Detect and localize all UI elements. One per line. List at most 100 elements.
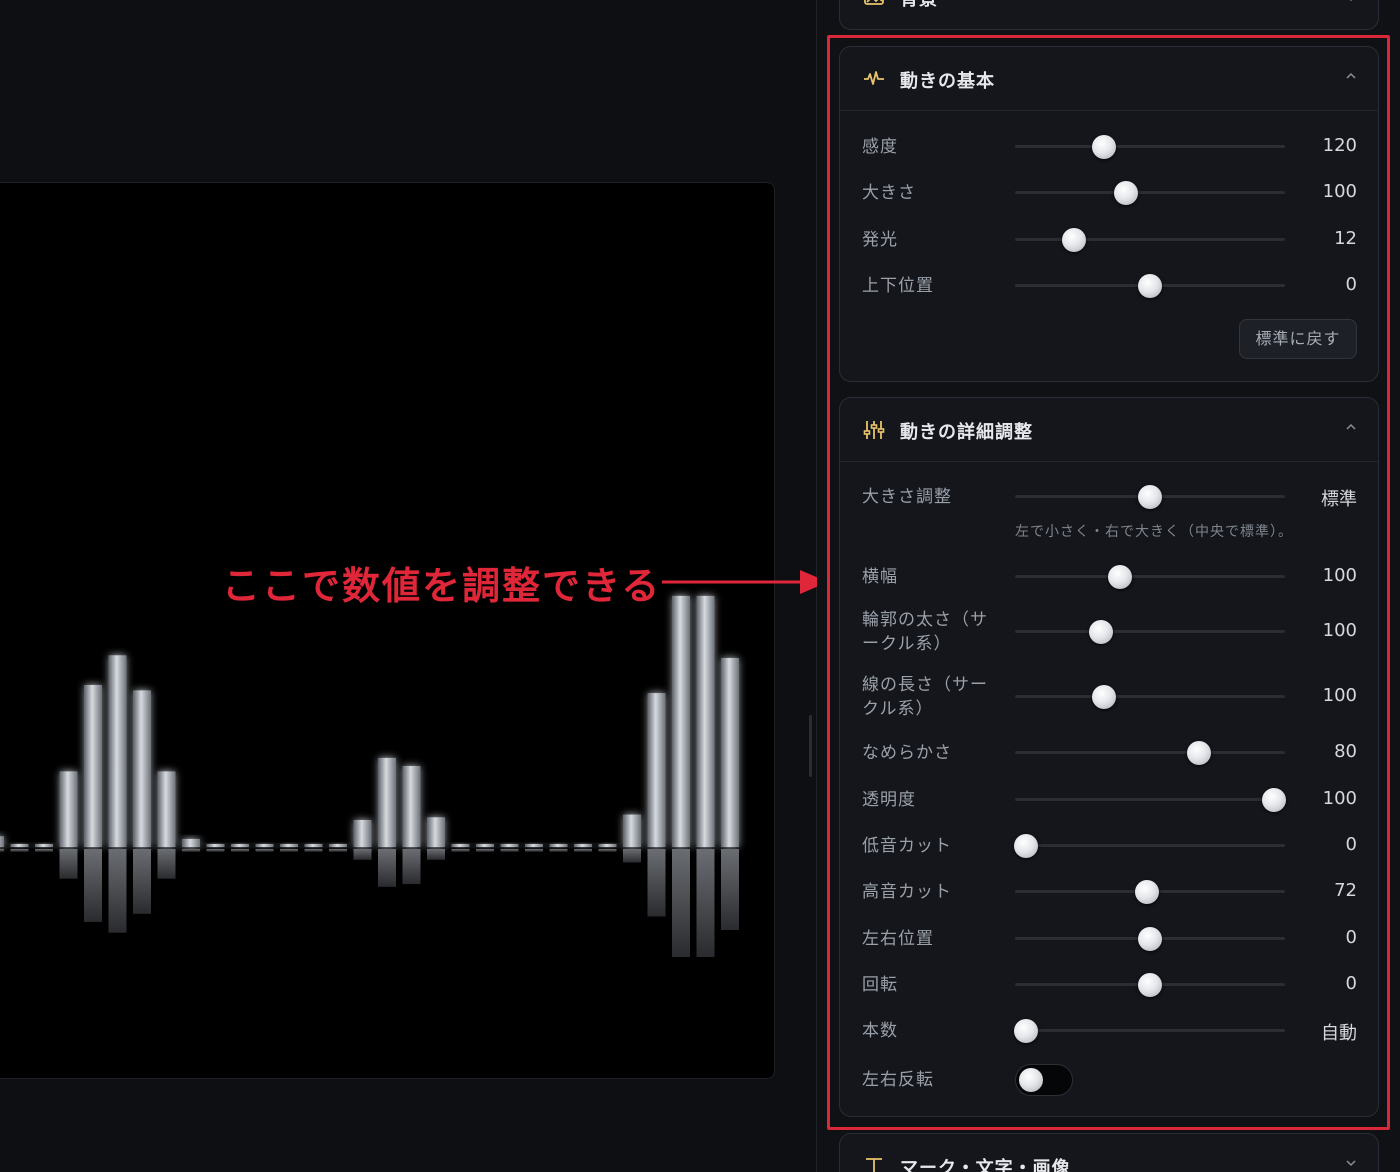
slider[interactable]: [1015, 274, 1285, 298]
slider-value: 120: [1322, 135, 1357, 156]
audio-bar-reflection: [451, 849, 470, 852]
detail-slider-row: 左右位置 0: [840, 927, 1378, 951]
slider[interactable]: [1015, 788, 1287, 812]
slider-thumb[interactable]: [1138, 274, 1162, 298]
slider-thumb[interactable]: [1089, 620, 1114, 644]
mark-text-image-card[interactable]: マーク・文字・画像: [839, 1133, 1379, 1172]
slider-value: 0: [1345, 274, 1357, 295]
slider-thumb[interactable]: [1262, 788, 1287, 812]
detail-slider-row: 大きさ調整 標準: [840, 485, 1378, 510]
slider-label: 透明度: [862, 790, 916, 810]
mirror-toggle-label: 左右反転: [862, 1070, 934, 1090]
audio-bar: [231, 844, 249, 847]
slider-track: [1015, 798, 1285, 801]
slider-thumb[interactable]: [1186, 741, 1211, 765]
slider[interactable]: [1015, 685, 1285, 709]
slider[interactable]: [1015, 927, 1285, 951]
motion-detail-header[interactable]: 動きの詳細調整: [840, 398, 1378, 462]
chevron-up-icon[interactable]: [1344, 420, 1358, 434]
mirror-toggle[interactable]: [1015, 1064, 1073, 1096]
chevron-down-icon[interactable]: [1344, 1156, 1358, 1170]
slider[interactable]: [1013, 1019, 1285, 1043]
panel-resize-handle[interactable]: [809, 715, 812, 777]
audio-bar-reflection: [280, 849, 298, 852]
slider-thumb[interactable]: [1108, 565, 1133, 589]
slider[interactable]: [1015, 880, 1285, 904]
slider-label: 大きさ調整: [862, 487, 952, 507]
slider-label: 回転: [862, 975, 898, 995]
slider-thumb[interactable]: [1113, 181, 1138, 205]
audio-bar: [133, 690, 151, 847]
slider-label: 低音カット: [862, 836, 952, 856]
slider-thumb[interactable]: [1135, 880, 1160, 904]
slider-value: 100: [1322, 181, 1357, 202]
slider-track: [1015, 844, 1285, 847]
slider-value: 12: [1334, 228, 1357, 249]
chevron-down-icon[interactable]: [1344, 0, 1358, 5]
slider-value: 自動: [1321, 1023, 1357, 1044]
audio-bar: [280, 844, 298, 847]
slider[interactable]: [1015, 620, 1285, 644]
slider-thumb[interactable]: [1092, 685, 1117, 709]
audio-bar-reflection: [402, 849, 421, 885]
detail-slider-row: 透明度 100: [840, 788, 1378, 812]
audio-bar: [84, 685, 102, 847]
audio-bar-reflection: [182, 849, 200, 852]
basic-slider-row: 感度 120: [840, 135, 1378, 159]
reset-to-default-button[interactable]: 標準に戻す: [1239, 319, 1357, 359]
audio-bar-reflection: [255, 849, 274, 852]
audio-bar-reflection: [574, 849, 592, 852]
slider-thumb[interactable]: [1138, 973, 1162, 997]
slider-track: [1015, 191, 1285, 194]
slider-thumb[interactable]: [1062, 228, 1087, 252]
slider-thumb[interactable]: [1013, 834, 1038, 858]
motion-detail-card: 動きの詳細調整 左で小さく・右で大きく（中央で標準）。 大きさ調整 標準 横幅 100…: [839, 397, 1379, 1117]
activity-pulse-icon: [864, 71, 884, 85]
audio-bar: [549, 844, 568, 847]
chevron-up-icon[interactable]: [1344, 69, 1358, 83]
slider[interactable]: [1015, 135, 1285, 159]
slider[interactable]: [1015, 181, 1285, 205]
slider[interactable]: [1015, 741, 1285, 765]
slider-thumb[interactable]: [1138, 485, 1162, 509]
slider-thumb[interactable]: [1013, 1019, 1038, 1043]
mark-text-image-title: マーク・文字・画像: [900, 1158, 1071, 1172]
slider-value: 0: [1345, 973, 1357, 994]
slider[interactable]: [1015, 565, 1285, 589]
audio-bar: [108, 655, 127, 847]
audio-bar: [378, 757, 396, 847]
text-type-icon: [866, 1158, 882, 1172]
audio-bar: [402, 766, 421, 847]
slider-thumb[interactable]: [1092, 135, 1117, 159]
slider[interactable]: [1015, 973, 1285, 997]
audio-bar-reflection: [108, 849, 127, 933]
slider[interactable]: [1015, 485, 1285, 509]
audio-bar: [206, 844, 225, 847]
slider-value: 100: [1322, 685, 1357, 706]
slider-label: 上下位置: [862, 276, 934, 296]
background-card-title: 背景: [900, 0, 938, 11]
audio-bar: [672, 595, 690, 847]
detail-slider-row: 高音カット 72: [840, 880, 1378, 904]
motion-basic-header[interactable]: 動きの基本: [840, 47, 1378, 111]
slider-track: [1015, 145, 1285, 148]
slider-label: 大きさ: [862, 183, 916, 203]
detail-slider-row: なめらかさ 80: [840, 741, 1378, 765]
audio-bar: [598, 844, 617, 847]
detail-slider-row: 線の長さ（サー クル系） 100: [840, 675, 1378, 719]
slider-label: 発光: [862, 230, 898, 250]
slider[interactable]: [1013, 834, 1285, 858]
audio-bar-reflection: [353, 849, 372, 860]
audio-bar-reflection: [231, 849, 249, 852]
audio-bar: [451, 844, 470, 847]
audio-bar-reflection: [35, 849, 53, 852]
slider-value: 100: [1322, 788, 1357, 809]
slider[interactable]: [1015, 228, 1285, 252]
audio-bar-reflection: [476, 849, 494, 852]
audio-bar: [623, 814, 641, 847]
slider-thumb[interactable]: [1138, 927, 1162, 951]
background-card[interactable]: 背景: [839, 0, 1379, 30]
audio-bar: [59, 771, 78, 847]
audio-bar: [157, 771, 176, 847]
motion-basic-card: 動きの基本 感度 120 大きさ 100 発光 12 上下位置 0 標準に戻す: [839, 46, 1379, 382]
